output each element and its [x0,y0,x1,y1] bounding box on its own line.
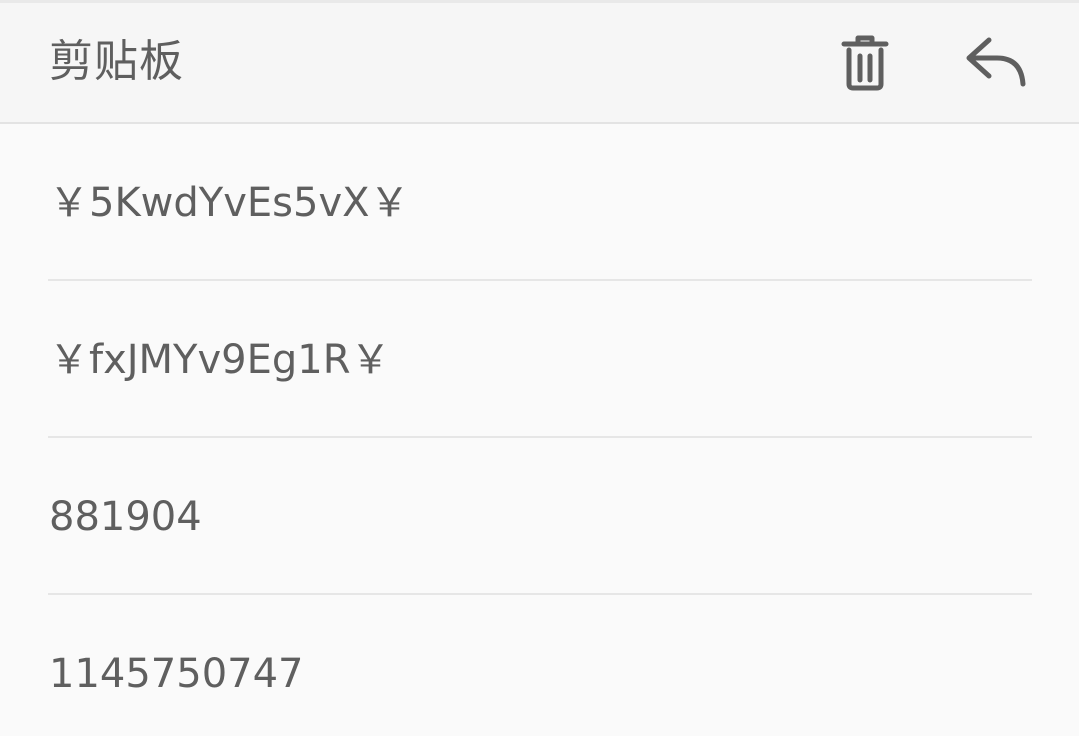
back-button[interactable] [961,27,1031,97]
clipboard-list: ￥5KwdYvEs5vX￥ ￥fxJMYv9Eg1R￥ 881904 11457… [0,124,1079,736]
clipboard-item[interactable]: ￥5KwdYvEs5vX￥ [0,124,1079,281]
page-title: 剪贴板 [49,36,184,87]
clipboard-item-text: 881904 [49,494,202,540]
clipboard-item[interactable]: 1145750747 [0,595,1079,736]
clear-clipboard-button[interactable] [830,27,900,97]
clipboard-item[interactable]: 881904 [0,438,1079,595]
clipboard-item[interactable]: ￥fxJMYv9Eg1R￥ [0,281,1079,438]
clipboard-item-text: ￥5KwdYvEs5vX￥ [49,180,410,226]
reply-arrow-icon [966,37,1026,87]
clipboard-item-text: ￥fxJMYv9Eg1R￥ [49,337,391,383]
clipboard-item-text: 1145750747 [49,651,304,697]
trash-icon [841,35,889,91]
clipboard-header: 剪贴板 [0,3,1079,124]
